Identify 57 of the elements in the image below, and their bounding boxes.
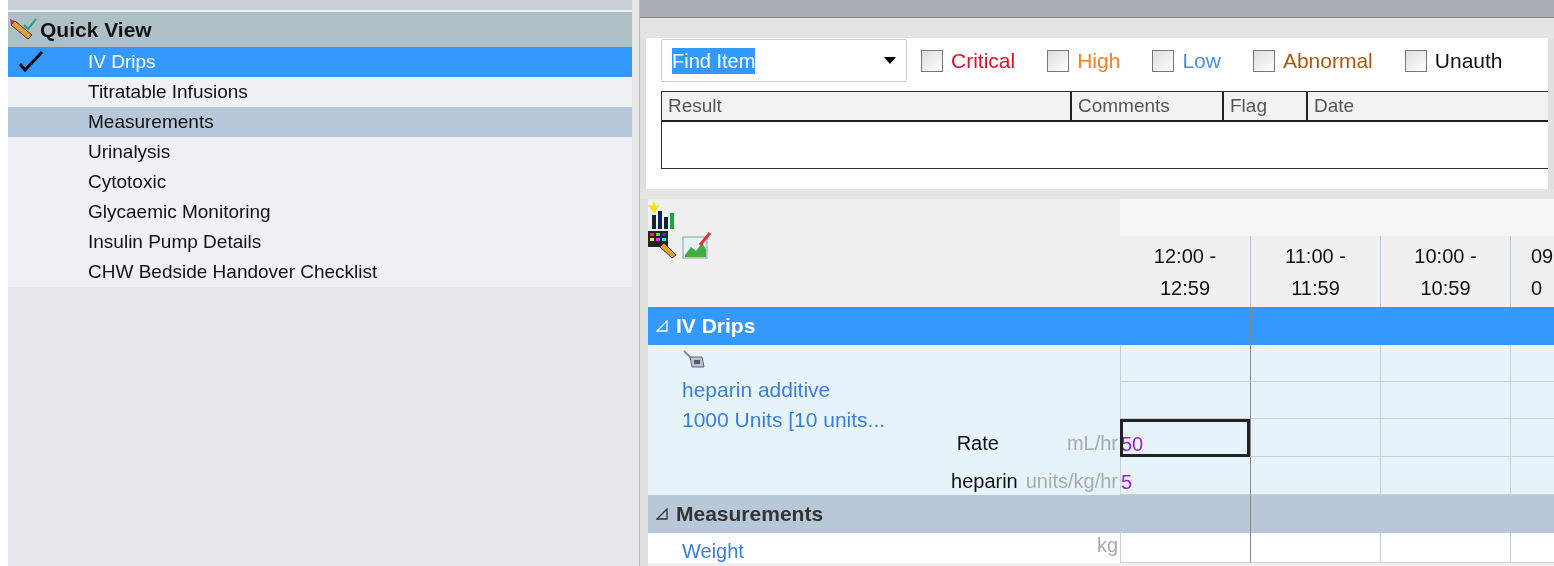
quick-view-item[interactable]: Urinalysis <box>8 137 632 167</box>
unit-label: mL/hr <box>1066 433 1118 453</box>
dropdown-caret-icon <box>884 56 896 65</box>
grid-cell[interactable] <box>1120 382 1250 419</box>
grid-cell[interactable] <box>1250 419 1380 457</box>
grid-cell[interactable] <box>1380 382 1510 419</box>
filter-checkbox[interactable] <box>1047 49 1070 72</box>
grid-cell[interactable] <box>1380 419 1510 457</box>
filter-checkbox[interactable] <box>921 49 943 72</box>
filter-checkbox[interactable] <box>1404 49 1427 72</box>
column-header[interactable]: Comments <box>1072 92 1224 120</box>
grid-cell[interactable] <box>1510 457 1554 495</box>
grid-cell[interactable] <box>1120 533 1250 563</box>
parameter-label: Rate <box>956 433 999 453</box>
grid-cell[interactable] <box>1510 419 1554 457</box>
quick-view-item[interactable]: Insulin Pump Details <box>8 227 632 257</box>
chart-star-icon <box>648 201 676 231</box>
order-detail: 1000 Units [10 units... <box>682 409 886 430</box>
grid-cell[interactable]: 50 <box>1120 419 1250 457</box>
filter-label: Critical <box>951 47 1016 74</box>
grid-cell[interactable] <box>1380 457 1510 495</box>
column-header[interactable]: Flag <box>1224 92 1308 120</box>
splitter-bar[interactable] <box>632 0 640 566</box>
order-name[interactable]: heparin additive <box>682 379 1118 400</box>
parameter-label: heparin <box>951 471 1018 491</box>
quick-view-item[interactable]: Titratable Infusions <box>8 77 632 107</box>
filter-label: High <box>1077 47 1121 74</box>
quick-view-item[interactable]: Glycaemic Monitoring <box>8 197 632 227</box>
grid-cell[interactable]: 5 <box>1120 457 1250 495</box>
grid-cell[interactable] <box>1250 345 1380 382</box>
chart-edit-icon <box>682 231 712 259</box>
filter-checkbox[interactable] <box>1252 49 1275 72</box>
filter-label: Low <box>1182 47 1221 74</box>
quick-view-title: Quick View <box>40 16 152 43</box>
quick-view-item[interactable]: Cytotoxic <box>8 167 632 197</box>
grid-cell[interactable] <box>1250 382 1380 419</box>
quick-view-item[interactable]: Measurements <box>8 107 632 137</box>
grid-cell[interactable] <box>1250 457 1380 495</box>
filter-label: Abnormal <box>1282 47 1373 74</box>
section-header[interactable]: Measurements <box>648 495 1554 533</box>
grid-cell[interactable] <box>1510 533 1554 563</box>
grid-cell[interactable] <box>1380 345 1510 382</box>
filter-checkbox[interactable] <box>1152 49 1175 72</box>
column-header[interactable]: Date <box>1308 92 1548 120</box>
grid-cell[interactable] <box>1510 345 1554 382</box>
unit-label: units/kg/hr <box>1025 471 1118 491</box>
grid-cell[interactable] <box>1120 345 1250 382</box>
grid-cell[interactable] <box>1380 533 1510 563</box>
grid-cell[interactable] <box>1510 382 1554 419</box>
syringe-icon <box>682 349 708 371</box>
time-column-header[interactable]: 09 0 <box>1510 236 1554 307</box>
filter-label: Unauth <box>1434 47 1503 74</box>
grid-cell[interactable] <box>1250 533 1380 563</box>
unit-label: kg <box>1096 535 1118 555</box>
column-header[interactable]: Result <box>662 92 1072 120</box>
quick-view-item[interactable]: CHW Bedside Handover Checklist <box>8 257 632 287</box>
measurement-name[interactable]: Weight <box>682 541 744 563</box>
